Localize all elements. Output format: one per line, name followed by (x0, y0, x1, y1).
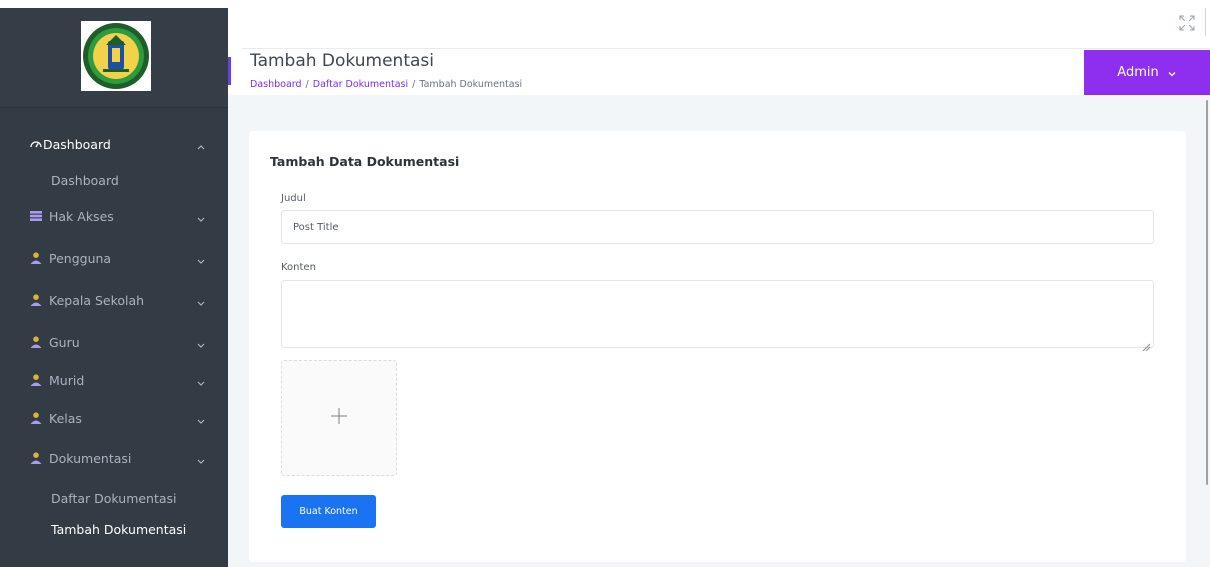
card-title: Tambah Data Dokumentasi (270, 154, 460, 169)
chevron-down-icon (195, 294, 207, 306)
judul-label: Judul (281, 193, 306, 204)
school-logo-icon (83, 23, 149, 89)
breadcrumb-current: Tambah Dokumentasi (419, 79, 523, 90)
title-accent-bar (228, 57, 231, 85)
sidebar-item-label: Kepala Sekolah (49, 292, 145, 308)
sidebar-item-label: Dokumentasi (49, 450, 132, 466)
breadcrumb-separator: / (412, 79, 416, 90)
buat-konten-button[interactable]: Buat Konten (281, 495, 376, 528)
breadcrumb-separator: / (305, 79, 309, 90)
chevron-down-icon (195, 252, 207, 264)
plus-icon (330, 407, 348, 429)
page-header: Tambah Dokumentasi Dashboard / Daftar Doku… (228, 0, 1210, 95)
sidebar-item-pengguna[interactable]: Pengguna (0, 239, 228, 277)
dashboard-icon (30, 138, 42, 150)
chevron-down-icon (1167, 68, 1177, 78)
fullscreen-icon[interactable] (1178, 14, 1196, 32)
user-icon (30, 412, 42, 424)
chevron-down-icon (195, 336, 207, 348)
form-card: Tambah Data Dokumentasi Judul Konten Bua… (249, 131, 1186, 562)
sidebar-item-guru[interactable]: Guru (0, 323, 228, 361)
sidebar-subitem-dashboard[interactable]: Dashboard (51, 173, 119, 188)
sidebar-item-label: Guru (49, 334, 80, 350)
chevron-down-icon (195, 210, 207, 222)
breadcrumb-daftar-dokumentasi[interactable]: Daftar Dokumentasi (313, 79, 408, 90)
sidebar-item-label: Hak Akses (49, 208, 114, 224)
chevron-down-icon (195, 412, 207, 424)
konten-label: Konten (281, 262, 316, 273)
breadcrumb-dashboard[interactable]: Dashboard (250, 79, 302, 90)
sidebar-item-label: Dashboard (43, 136, 111, 152)
breadcrumb: Dashboard / Daftar Dokumentasi / Tambah Doku… (250, 79, 522, 90)
sidebar-item-kelas[interactable]: Kelas (0, 399, 228, 437)
chevron-down-icon (195, 374, 207, 386)
page-title: Tambah Dokumentasi (250, 51, 434, 71)
chevron-down-icon (195, 452, 207, 464)
sidebar-item-kepala-sekolah[interactable]: Kepala Sekolah (0, 281, 228, 319)
sidebar-item-murid[interactable]: Murid (0, 361, 228, 399)
sidebar-item-label: Kelas (49, 410, 82, 426)
konten-textarea[interactable] (281, 280, 1154, 352)
sidebar-item-label: Murid (49, 372, 85, 388)
resize-handle-icon[interactable] (1142, 336, 1151, 352)
sidebar-logo-area (0, 8, 228, 108)
admin-label: Admin (1117, 65, 1159, 80)
sidebar-subitem-tambah-dokumentasi[interactable]: Tambah Dokumentasi (51, 522, 186, 537)
header-divider (242, 48, 1210, 49)
user-icon (30, 336, 42, 348)
sidebar-subitem-daftar-dokumentasi[interactable]: Daftar Dokumentasi (51, 491, 177, 506)
sidebar-item-label: Pengguna (49, 250, 112, 266)
sidebar-item-hak-akses[interactable]: Hak Akses (0, 197, 228, 235)
chevron-up-icon (195, 138, 207, 150)
image-upload-dropzone[interactable] (281, 360, 397, 476)
school-logo[interactable] (81, 21, 151, 91)
user-icon (30, 252, 42, 264)
admin-user-menu[interactable]: Admin (1084, 50, 1210, 95)
header-edge-mark (1205, 8, 1206, 36)
user-icon (30, 294, 42, 306)
list-icon (30, 210, 42, 222)
user-icon (30, 452, 42, 464)
user-icon (30, 374, 42, 386)
sidebar: Dashboard Dashboard Hak Akses Pengguna K… (0, 0, 228, 567)
sidebar-item-dashboard[interactable]: Dashboard (0, 125, 228, 163)
page-scrollbar[interactable] (1206, 100, 1208, 485)
sidebar-item-dokumentasi[interactable]: Dokumentasi (0, 439, 228, 477)
sidebar-top-strip (0, 0, 228, 8)
judul-input[interactable] (281, 210, 1154, 244)
